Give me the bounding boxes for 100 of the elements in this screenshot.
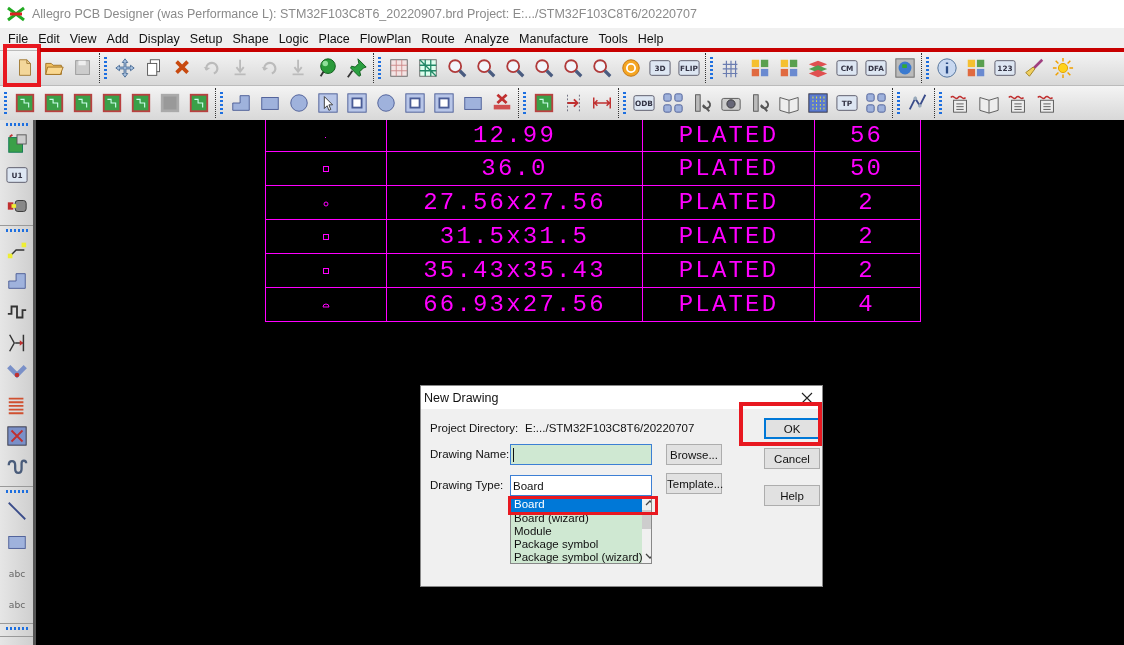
menu-item[interactable]: View — [64, 32, 102, 46]
drill-symbol-icon — [322, 164, 330, 173]
menu-item[interactable]: Edit — [33, 32, 65, 46]
menu-item[interactable]: Display — [133, 32, 185, 46]
table-cell: PLATED — [678, 155, 779, 182]
board-icon[interactable] — [158, 92, 181, 114]
cross-box-icon[interactable] — [5, 424, 28, 447]
table-cell: 2 — [858, 223, 875, 250]
table-cell: 66.93x27.56 — [423, 291, 606, 318]
drawing-name-field[interactable] — [510, 444, 652, 465]
table-cell: 2 — [858, 189, 875, 216]
menu-item[interactable]: Manufacture — [514, 32, 594, 46]
board-icon[interactable] — [532, 92, 555, 114]
menu-item[interactable]: Place — [313, 32, 355, 46]
table-icon[interactable]: DFA — [864, 57, 887, 79]
line-icon[interactable] — [5, 499, 28, 522]
board-icon[interactable] — [42, 92, 65, 114]
drill-symbol-icon — [322, 232, 330, 241]
table-cell: 27.56x27.56 — [423, 189, 606, 216]
grid-board-icon[interactable] — [387, 57, 410, 79]
magnifier-icon[interactable] — [590, 57, 613, 79]
app-icon — [6, 4, 26, 24]
chip-icon[interactable] — [5, 132, 28, 155]
drawing-type-field[interactable]: Board — [510, 475, 652, 496]
move-arrows-icon[interactable] — [113, 57, 136, 79]
menu-item[interactable]: File — [3, 32, 34, 46]
dialog-button[interactable]: Help — [764, 485, 820, 506]
table-cell: 36.0 — [481, 155, 548, 182]
drill-symbol-icon — [322, 198, 330, 207]
dot-grid-icon[interactable] — [806, 92, 829, 114]
list-item[interactable]: Package symbol — [511, 538, 643, 551]
board-icon[interactable] — [100, 92, 123, 114]
template-button[interactable]: Template... — [666, 473, 722, 494]
frame-icon[interactable] — [403, 92, 426, 114]
list-item[interactable]: Module — [511, 525, 643, 538]
table-cell: PLATED — [678, 257, 779, 284]
table-cell: PLATED — [678, 189, 779, 216]
zoom-out-icon[interactable] — [532, 57, 555, 79]
menu-item[interactable]: FlowPlan — [354, 32, 417, 46]
3d-view-icon[interactable]: 3D — [648, 57, 671, 79]
table-icon[interactable]: CM — [835, 57, 858, 79]
table-cell: PLATED — [678, 291, 779, 318]
list-item[interactable]: Package symbol (wizard) — [511, 551, 643, 563]
test-point-icon[interactable]: TP — [835, 92, 858, 114]
magnifier-icon[interactable] — [474, 57, 497, 79]
dialog-button[interactable]: OK — [764, 418, 820, 439]
dialog-button[interactable]: Cancel — [764, 448, 820, 469]
step-shape-icon[interactable] — [229, 92, 252, 114]
menu-item[interactable]: Tools — [593, 32, 633, 46]
dialog-title: New Drawing — [424, 390, 499, 405]
frame-icon[interactable] — [432, 92, 455, 114]
scroll-down-icon[interactable] — [644, 553, 651, 559]
add-text-icon[interactable]: abc — [5, 561, 28, 584]
table-cell: 4 — [858, 291, 875, 318]
browse-button[interactable]: Browse... — [666, 444, 722, 465]
menu-item[interactable]: Shape — [227, 32, 274, 46]
drill-symbol-icon — [322, 300, 330, 309]
pushpin-icon[interactable] — [345, 57, 368, 79]
grid-board-icon[interactable] — [416, 57, 439, 79]
menu-item[interactable]: Setup — [184, 32, 228, 46]
menu-item[interactable]: Help — [632, 32, 669, 46]
table-cell: 2 — [858, 257, 875, 284]
frame-icon[interactable] — [345, 92, 368, 114]
flip-board-icon[interactable]: FLIP — [677, 57, 700, 79]
menu-item[interactable]: Logic — [273, 32, 314, 46]
globe-icon[interactable] — [893, 57, 916, 79]
scroll-up-icon[interactable] — [644, 500, 651, 506]
magnifier-icon[interactable] — [561, 57, 584, 79]
field-label: Drawing Name: — [430, 447, 510, 462]
drill-symbol-icon — [322, 266, 330, 275]
field-label: Drawing Type: — [430, 478, 505, 493]
board-icon[interactable] — [71, 92, 94, 114]
table-cell: 31.5x31.5 — [439, 223, 590, 250]
close-icon[interactable] — [801, 391, 813, 404]
menu-item[interactable]: Add — [101, 32, 134, 46]
window-title: Allegro PCB Designer (was Performance L): STM32F103C8T6_20220907.brd Project: E:.../STM32F103C8T6/20220707 — [32, 7, 697, 21]
circle-icon[interactable] — [374, 92, 397, 114]
export-icon[interactable]: ODB — [632, 92, 655, 114]
circle-icon[interactable] — [287, 92, 310, 114]
magnifier-icon[interactable] — [445, 57, 468, 79]
edit-text-icon[interactable]: abc — [5, 592, 28, 615]
table-cell: 35.43x35.43 — [423, 257, 606, 284]
menu-item[interactable]: Route — [416, 32, 460, 46]
directory-path: E:.../STM32F103C8T6/20220707 — [525, 422, 695, 434]
table-cell: 56 — [849, 122, 884, 149]
ruler-icon[interactable]: 123 — [993, 57, 1016, 79]
table-cell: PLATED — [678, 122, 779, 149]
table-cell: PLATED — [678, 223, 779, 250]
keypad-icon[interactable] — [864, 92, 887, 114]
board-icon[interactable] — [13, 92, 36, 114]
menu-item[interactable]: Analyze — [459, 32, 515, 46]
highlight-frame — [3, 44, 41, 87]
board-icon[interactable] — [129, 92, 152, 114]
info-icon[interactable] — [935, 57, 958, 79]
field-label: Project Directory: — [430, 421, 520, 436]
brush-icon[interactable] — [1022, 57, 1045, 79]
board-icon[interactable] — [187, 92, 210, 114]
table-cell: 12.99 — [473, 122, 556, 149]
zoom-in-icon[interactable] — [503, 57, 526, 79]
grid-icon[interactable] — [661, 92, 684, 114]
